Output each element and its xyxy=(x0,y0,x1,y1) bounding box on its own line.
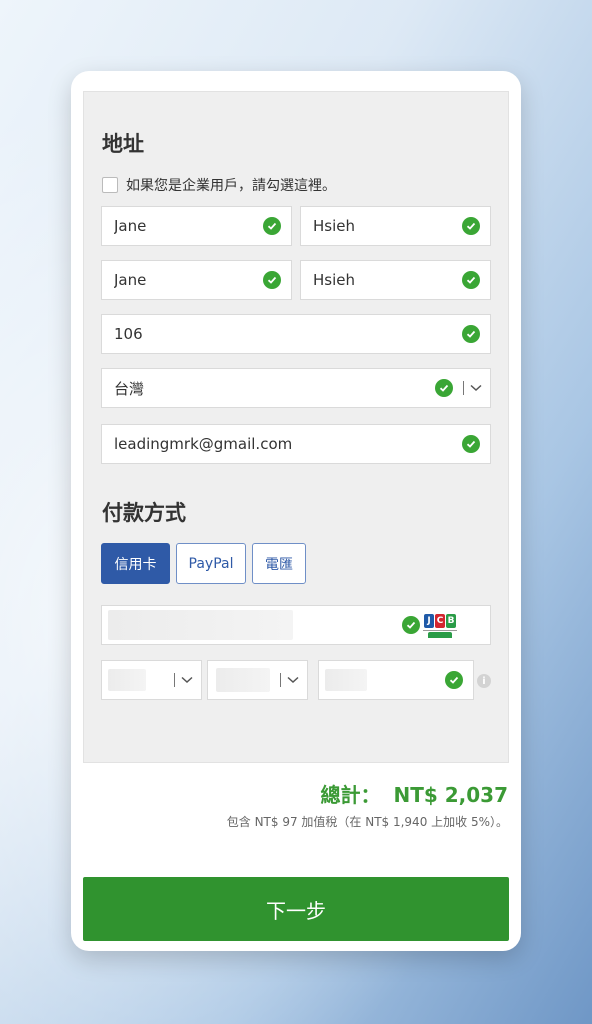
card-number-field[interactable]: J C B xyxy=(101,605,491,645)
payment-method-credit-card[interactable]: 信用卡 xyxy=(101,543,170,584)
address-title: 地址 xyxy=(102,132,144,156)
first-name-field-2[interactable]: Jane xyxy=(101,260,292,300)
postal-code-field[interactable]: 106 xyxy=(101,314,491,354)
checkout-card: 地址 如果您是企業用戶，請勾選這裡。 Jane Hsieh Jane Hsieh… xyxy=(71,71,521,951)
last-name-field[interactable]: Hsieh xyxy=(300,206,491,246)
jcb-logo-icon: J C B xyxy=(420,612,460,640)
first-name-field[interactable]: Jane xyxy=(101,206,292,246)
email-field[interactable]: leadingmrk@gmail.com xyxy=(101,424,491,464)
first-name-2-value: Jane xyxy=(114,271,147,289)
business-checkbox-row[interactable]: 如果您是企業用戶，請勾選這裡。 xyxy=(102,175,336,195)
tax-note: 包含 NT$ 97 加值稅（在 NT$ 1,940 上加收 5%）。 xyxy=(226,815,508,829)
next-step-button[interactable]: 下一步 xyxy=(83,877,509,941)
total-label: 總計： xyxy=(320,783,381,807)
payment-method-wire-transfer[interactable]: 電匯 xyxy=(252,543,306,584)
last-name-2-value: Hsieh xyxy=(313,271,355,289)
payment-title: 付款方式 xyxy=(102,501,186,525)
check-icon xyxy=(462,217,480,235)
cvc-field[interactable] xyxy=(318,660,474,700)
form-panel: 地址 如果您是企業用戶，請勾選這裡。 Jane Hsieh Jane Hsieh… xyxy=(83,91,509,763)
check-icon xyxy=(445,671,463,689)
expiry-month-select[interactable] xyxy=(101,660,202,700)
expiry-year-select[interactable] xyxy=(207,660,308,700)
chevron-down-icon[interactable] xyxy=(174,673,201,687)
check-icon xyxy=(402,616,420,634)
business-checkbox-label: 如果您是企業用戶，請勾選這裡。 xyxy=(126,178,336,194)
business-checkbox[interactable] xyxy=(102,177,118,193)
card-number-masked xyxy=(108,610,293,640)
first-name-value: Jane xyxy=(114,217,147,235)
cvc-masked xyxy=(325,669,367,691)
chevron-down-icon[interactable] xyxy=(280,673,307,687)
check-icon xyxy=(263,271,281,289)
country-select[interactable]: 台灣 xyxy=(101,368,491,408)
info-icon[interactable]: i xyxy=(477,674,491,688)
postal-code-value: 106 xyxy=(114,325,143,343)
check-icon xyxy=(263,217,281,235)
check-icon xyxy=(435,379,453,397)
last-name-value: Hsieh xyxy=(313,217,355,235)
check-icon xyxy=(462,271,480,289)
order-total: 總計： NT$ 2,037 xyxy=(321,779,509,808)
chevron-down-icon[interactable] xyxy=(463,381,490,395)
expiry-year-masked xyxy=(216,668,270,692)
last-name-field-2[interactable]: Hsieh xyxy=(300,260,491,300)
check-icon xyxy=(462,325,480,343)
payment-method-paypal[interactable]: PayPal xyxy=(176,543,246,584)
expiry-month-masked xyxy=(108,669,146,691)
total-value: NT$ 2,037 xyxy=(393,783,508,807)
country-value: 台灣 xyxy=(114,379,145,398)
email-value: leadingmrk@gmail.com xyxy=(114,435,293,453)
check-icon xyxy=(462,435,480,453)
